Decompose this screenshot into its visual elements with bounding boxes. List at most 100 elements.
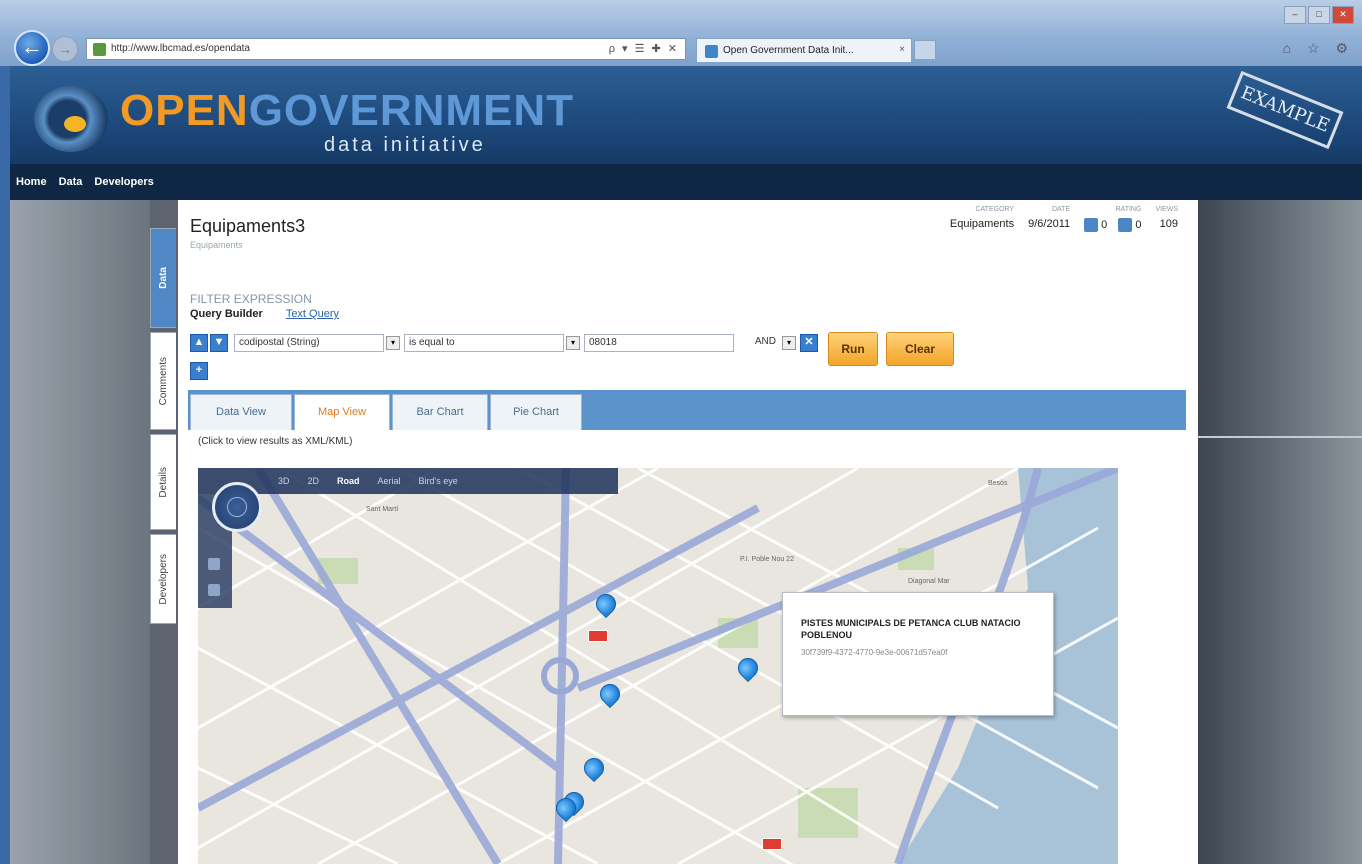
tab-bar-chart[interactable]: Bar Chart xyxy=(392,394,488,430)
side-tab-label: Data xyxy=(158,267,169,289)
meta-value: Equipaments xyxy=(949,218,1015,230)
operator-select-value: is equal to xyxy=(409,337,455,348)
dataset-panel: Equipaments3 Equipaments CATEGORY Equipa… xyxy=(178,200,1198,864)
meta-rating: RATING 0 0 xyxy=(1084,206,1141,232)
nav-developers[interactable]: Developers xyxy=(94,176,153,188)
map-canvas[interactable]: 3D 2D Road Aerial Bird's eye Sant Martí … xyxy=(198,468,1118,864)
url-text: http://www.lbcmad.es/opendata xyxy=(111,43,250,54)
dataset-subtitle: Equipaments xyxy=(190,240,243,250)
dataset-meta: CATEGORY Equipaments DATE 9/6/2011 RATIN… xyxy=(950,206,1178,232)
close-icon: ✕ xyxy=(804,336,814,348)
arrow-up-icon: ▲ xyxy=(193,336,205,348)
close-tab-icon[interactable]: × xyxy=(899,44,905,55)
map-label: P.I. Poble Nou 22 xyxy=(740,556,794,563)
close-window-button[interactable]: ✕ xyxy=(1332,6,1354,24)
map-controls: 3D 2D Road Aerial Bird's eye xyxy=(198,468,618,494)
move-down-button[interactable]: ▼ xyxy=(210,334,228,352)
maximize-button[interactable]: □ xyxy=(1308,6,1330,24)
thumbs-up-icon[interactable] xyxy=(1084,218,1099,232)
add-filter-button[interactable]: + xyxy=(190,362,208,380)
value-input-text: 08018 xyxy=(589,337,617,348)
meta-value: 9/6/2011 xyxy=(1028,218,1071,230)
value-input[interactable]: 08018 xyxy=(584,334,734,352)
tab-pie-chart[interactable]: Pie Chart xyxy=(490,394,582,430)
rating-down-count: 0 xyxy=(1135,218,1142,231)
side-tab-label: Details xyxy=(158,466,169,498)
tab-favicon-icon xyxy=(705,45,718,58)
example-stamp: EXAMPLE xyxy=(1226,70,1344,150)
map-control-2d[interactable]: 2D xyxy=(308,476,320,486)
meta-value: 109 xyxy=(1159,218,1178,230)
tab-data-view[interactable]: Data View xyxy=(190,394,292,430)
side-tab-data[interactable]: Data xyxy=(150,228,176,328)
operator-select[interactable]: is equal to xyxy=(404,334,564,352)
field-dropdown-icon[interactable]: ▾ xyxy=(386,336,400,350)
popup-title: PISTES MUNICIPALS DE PETANCA CLUB NATACI… xyxy=(801,618,1021,640)
text-query-link[interactable]: Text Query xyxy=(286,308,339,320)
arrow-left-icon: ← xyxy=(21,34,43,59)
field-select[interactable]: codipostal (String) xyxy=(234,334,384,352)
minimize-button[interactable]: – xyxy=(1284,6,1306,24)
rating-up-count: 0 xyxy=(1101,218,1108,231)
meta-views: VIEWS 109 xyxy=(1155,206,1178,232)
field-select-value: codipostal (String) xyxy=(239,337,320,348)
site-logo-text[interactable]: OPENGOVERNMENT xyxy=(120,86,574,136)
zoom-out-icon[interactable] xyxy=(208,584,220,596)
tab-title: Open Government Data Init... xyxy=(723,45,854,56)
logic-select-value: AND xyxy=(754,336,776,347)
site-header: OPENGOVERNMENT data initiative EXAMPLE xyxy=(10,66,1362,164)
logo-government: GOVERNMENT xyxy=(248,86,575,135)
run-button[interactable]: Run xyxy=(828,332,878,366)
site-favicon-icon xyxy=(93,43,106,56)
side-tab-details[interactable]: Details xyxy=(150,434,176,530)
logo-open: OPEN xyxy=(120,86,249,135)
map-control-road[interactable]: Road xyxy=(337,476,360,486)
meta-label: CATEGORY xyxy=(975,206,1015,213)
forward-button[interactable]: → xyxy=(52,36,78,62)
nav-home[interactable]: Home xyxy=(16,176,47,188)
meta-label: DATE xyxy=(1051,206,1071,213)
main-nav: Home Data Developers xyxy=(10,164,1362,200)
address-tools[interactable]: ρ ▾ ☰ ✚ ✕ xyxy=(609,42,679,55)
tab-map-view[interactable]: Map View xyxy=(294,394,390,430)
map-control-aerial[interactable]: Aerial xyxy=(378,476,401,486)
side-tab-developers[interactable]: Developers xyxy=(150,534,176,624)
map-info-popup[interactable]: PISTES MUNICIPALS DE PETANCA CLUB NATACI… xyxy=(782,592,1054,716)
address-bar[interactable]: http://www.lbcmad.es/opendata ρ ▾ ☰ ✚ ✕ xyxy=(86,38,686,60)
meta-label: VIEWS xyxy=(1155,206,1178,213)
side-tab-comments[interactable]: Comments xyxy=(150,332,176,430)
metro-station-icon xyxy=(762,838,782,850)
browser-tab[interactable]: Open Government Data Init... × xyxy=(696,38,912,62)
toolbar-icons[interactable]: ⌂ ☆ ⚙ xyxy=(1283,40,1354,57)
move-up-button[interactable]: ▲ xyxy=(190,334,208,352)
remove-filter-button[interactable]: ✕ xyxy=(800,334,818,352)
logic-dropdown-icon[interactable]: ▾ xyxy=(782,336,796,350)
thumbs-down-icon[interactable] xyxy=(1118,218,1133,232)
logic-select[interactable]: AND xyxy=(736,334,780,352)
compass-icon[interactable] xyxy=(212,482,262,532)
map-control-birdseye[interactable]: Bird's eye xyxy=(419,476,458,486)
divider xyxy=(1198,436,1362,438)
zoom-in-icon[interactable] xyxy=(208,558,220,570)
map-control-3d[interactable]: 3D xyxy=(278,476,290,486)
meta-label: RATING xyxy=(1115,206,1142,213)
map-label: Sant Martí xyxy=(366,506,399,513)
new-tab-button[interactable] xyxy=(914,40,936,60)
filter-row: ▲ ▼ codipostal (String) ▾ is equal to ▾ … xyxy=(190,332,1190,366)
side-tab-label: Developers xyxy=(158,553,169,605)
dataset-title: Equipaments3 xyxy=(190,216,306,236)
query-mode-row: Query Builder Text Query xyxy=(190,308,339,320)
back-button[interactable]: ← xyxy=(14,30,50,66)
xml-kml-link[interactable]: (Click to view results as XML/KML) xyxy=(198,436,352,447)
meta-category: CATEGORY Equipaments xyxy=(950,206,1014,232)
query-builder-tab[interactable]: Query Builder xyxy=(190,308,263,320)
logo-subtitle: data initiative xyxy=(324,134,486,156)
arrow-right-icon: → xyxy=(58,41,72,57)
clear-button[interactable]: Clear xyxy=(886,332,954,366)
filter-expression-label: FILTER EXPRESSION xyxy=(190,292,312,306)
operator-dropdown-icon[interactable]: ▾ xyxy=(566,336,580,350)
compass-center xyxy=(227,497,247,517)
browser-chrome: ← → http://www.lbcmad.es/opendata ρ ▾ ☰ … xyxy=(0,0,1362,66)
nav-data[interactable]: Data xyxy=(59,176,83,188)
popup-id: 30f739f9-4372-4770-9e3e-00671d57ea0f xyxy=(801,648,948,657)
